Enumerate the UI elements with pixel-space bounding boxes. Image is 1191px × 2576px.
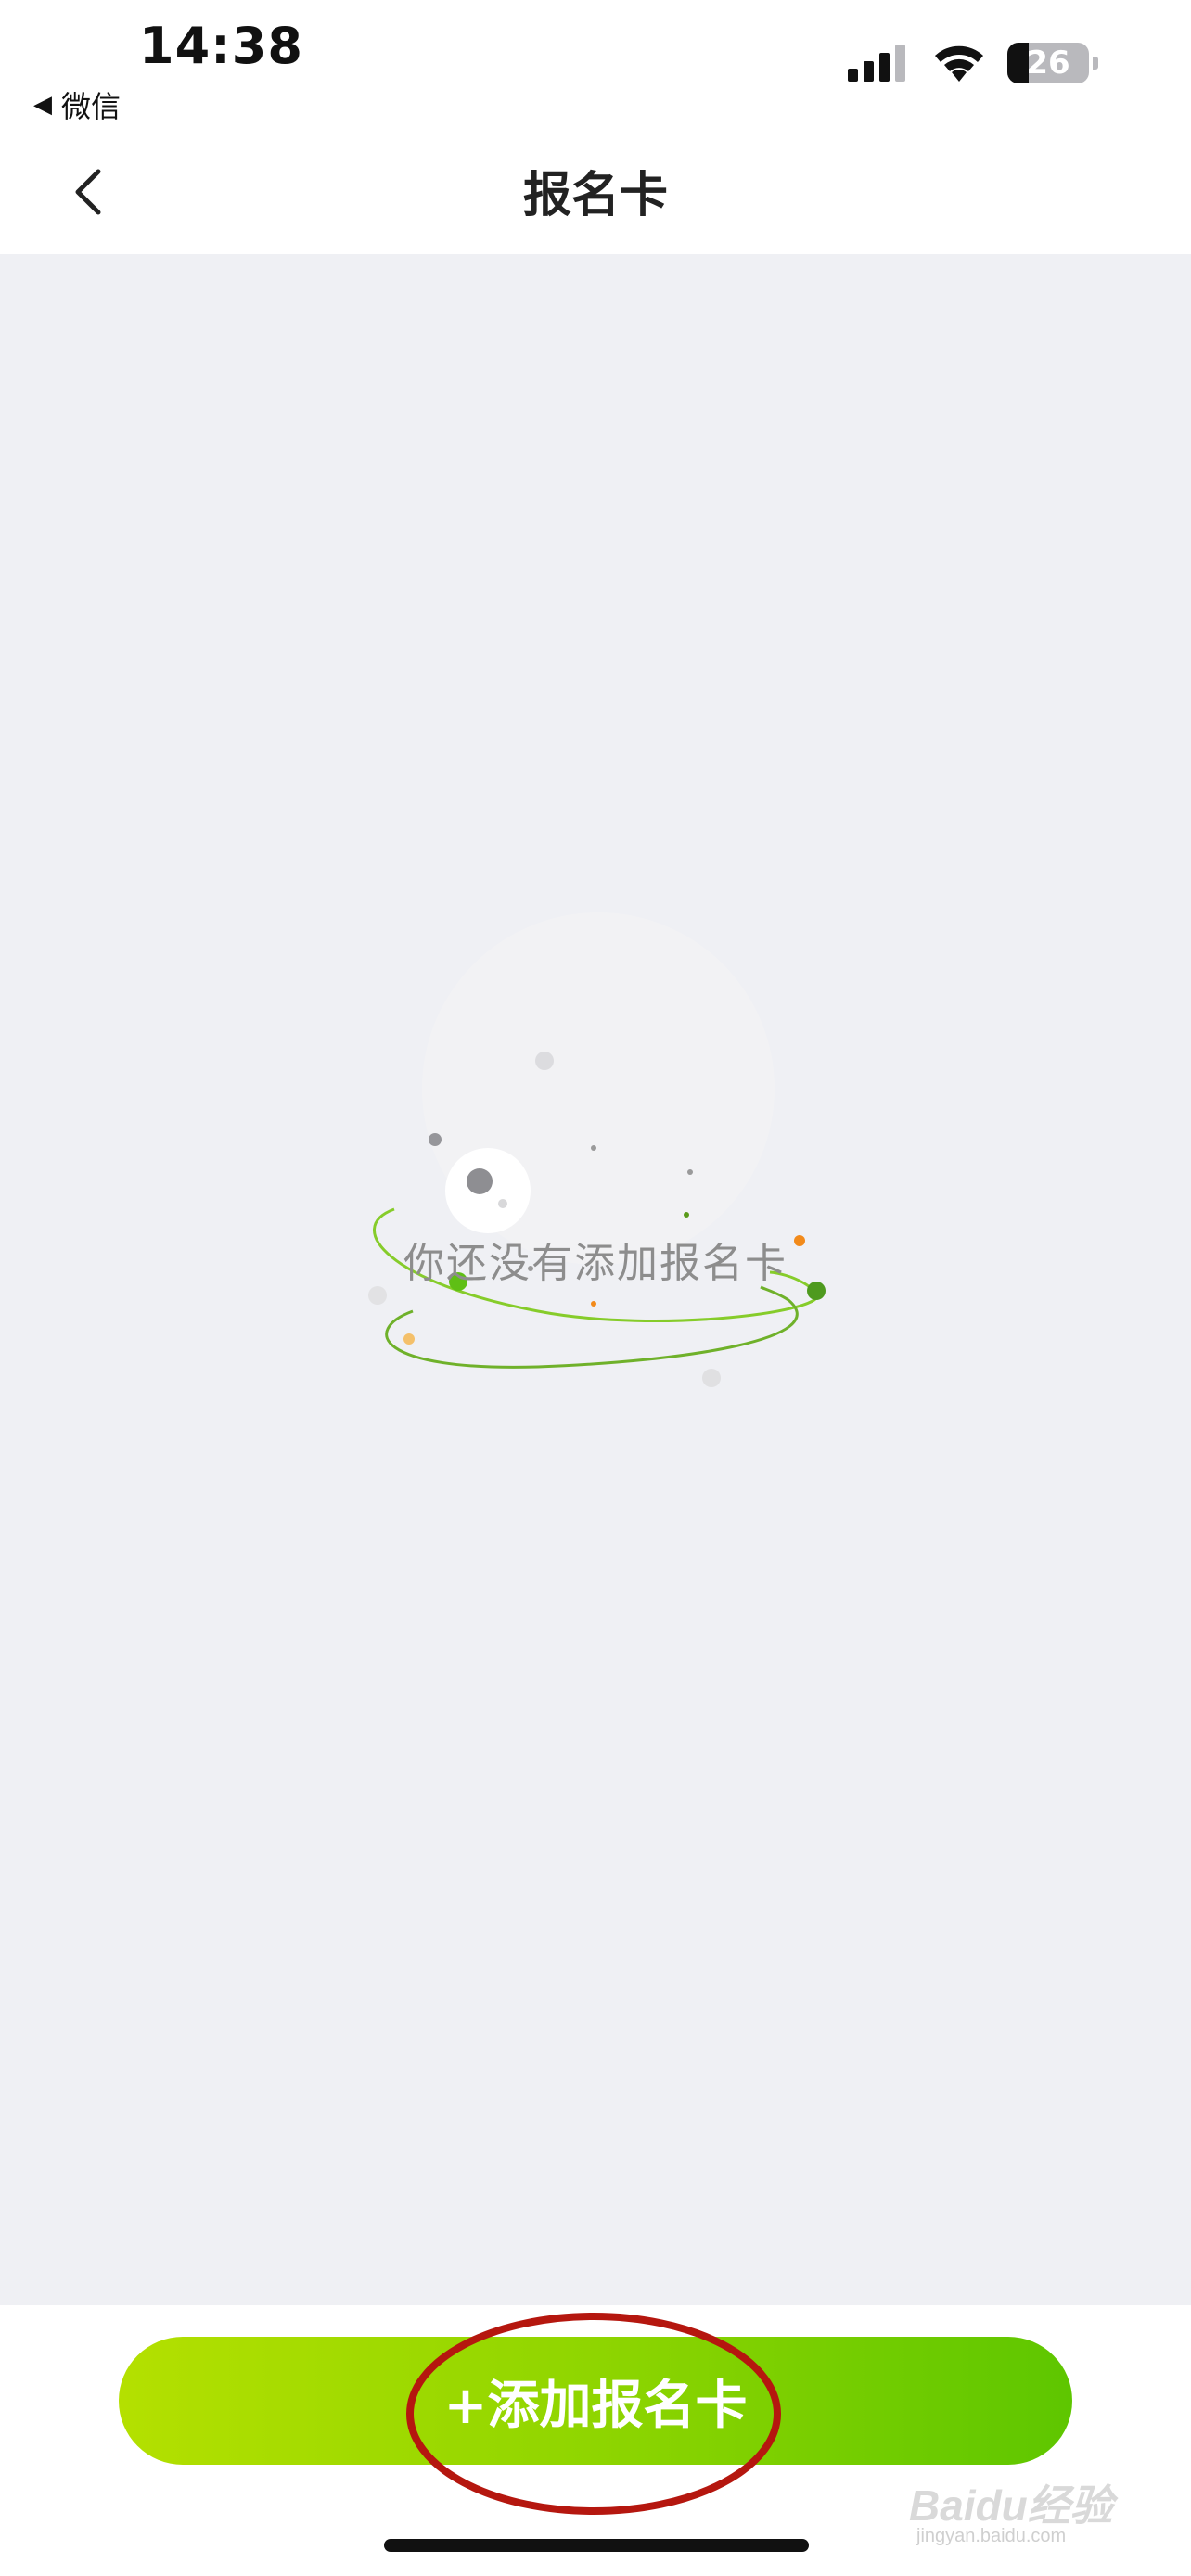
signal-icon	[848, 45, 905, 82]
battery-icon: 26	[1007, 43, 1089, 83]
status-time: 14:38	[139, 17, 303, 75]
planet-orbit-illustration	[368, 912, 826, 1387]
return-to-app-label: 微信	[61, 89, 122, 124]
battery-level: 26	[1026, 45, 1070, 82]
page-title: 报名卡	[522, 168, 668, 223]
battery-cap	[1093, 57, 1098, 70]
add-registration-card-button[interactable]: +添加报名卡	[119, 2337, 1072, 2465]
return-to-app-link[interactable]: ◀ 微信	[33, 83, 121, 126]
back-triangle-icon: ◀	[33, 91, 52, 119]
screen: 14:38 ◀ 微信 26 报名卡 你还没有添加报名卡 +添加报名卡 Baidu…	[0, 0, 1191, 2576]
wifi-icon	[935, 45, 983, 82]
home-indicator[interactable]	[384, 2539, 809, 2552]
empty-state-message: 你还没有添加报名卡	[403, 1240, 788, 1287]
status-icons: 26	[848, 43, 1098, 83]
bottom-action-bar: +添加报名卡	[0, 2305, 1191, 2576]
content-area: 你还没有添加报名卡	[0, 254, 1191, 2305]
status-bar: 14:38 ◀ 微信 26	[0, 0, 1191, 130]
nav-bar: 报名卡	[0, 130, 1191, 254]
